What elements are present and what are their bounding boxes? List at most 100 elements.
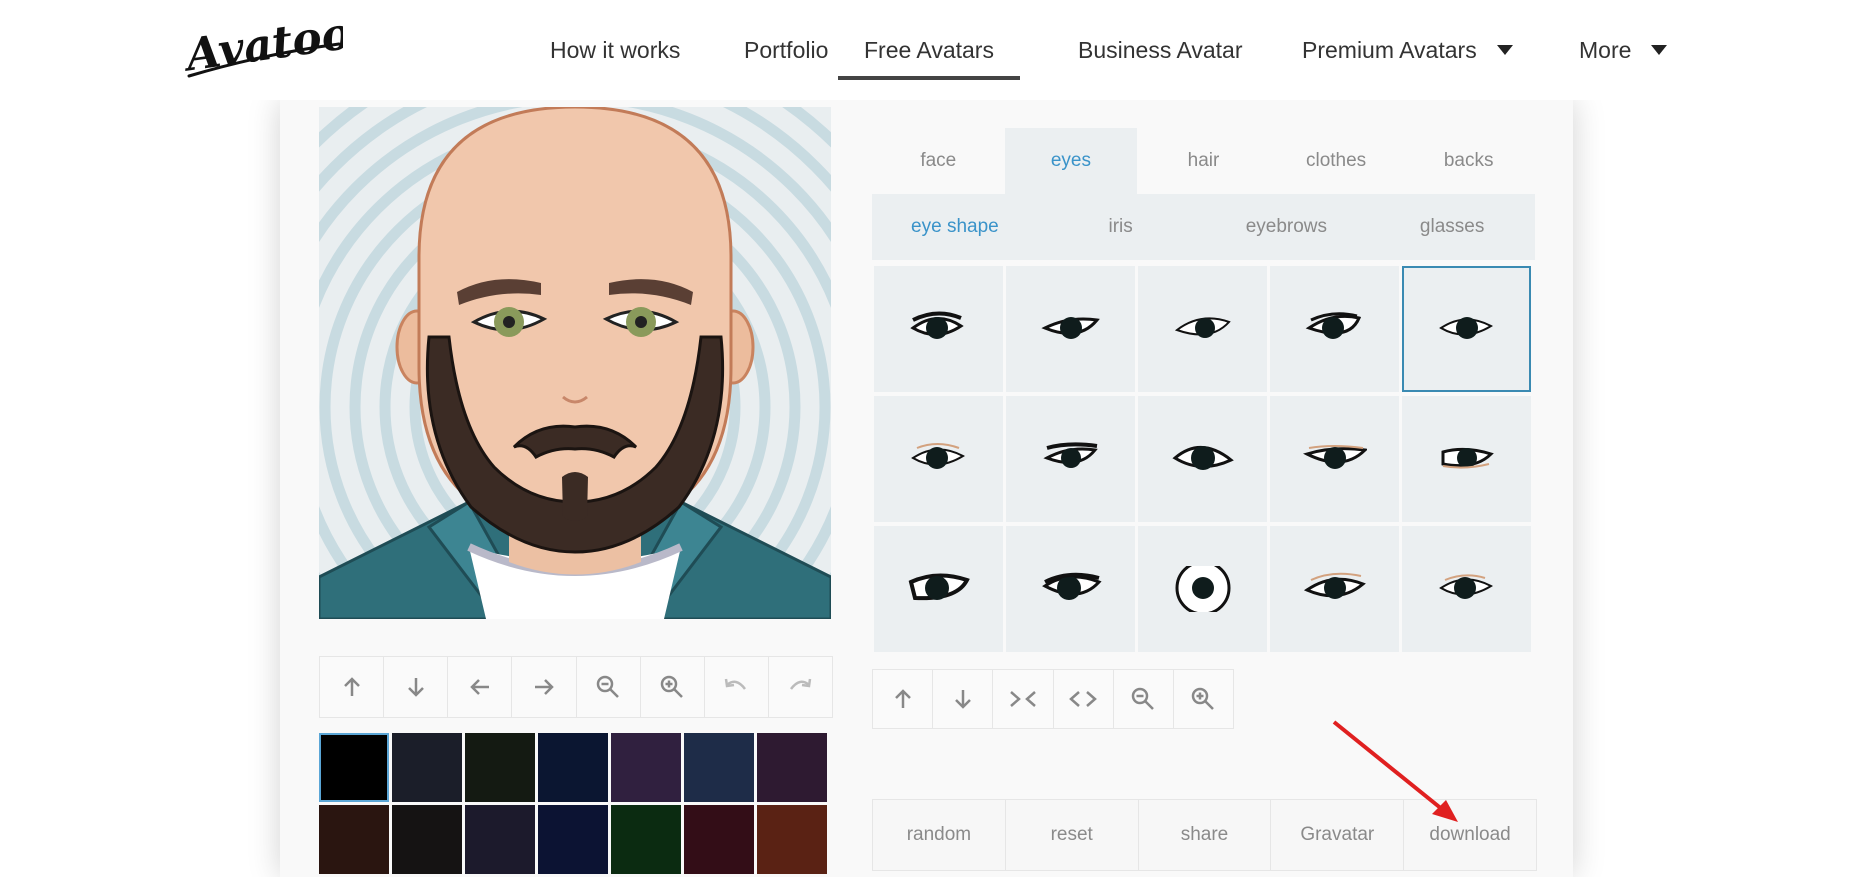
part-move-down-button[interactable]: [933, 670, 994, 728]
color-swatch[interactable]: [319, 733, 389, 802]
subtab-eye-shape[interactable]: eye shape: [872, 194, 1038, 260]
eye-shape-icon: [1041, 572, 1102, 600]
color-swatch[interactable]: [538, 733, 608, 802]
eye-shape-option[interactable]: [1138, 396, 1267, 522]
nav-premium-avatars[interactable]: Premium Avatars: [1302, 0, 1513, 100]
random-button[interactable]: random: [873, 800, 1006, 870]
avatar-transform-controls: [319, 656, 833, 718]
color-swatch[interactable]: [757, 805, 827, 874]
eye-shape-option[interactable]: [874, 396, 1003, 522]
part-narrow-button[interactable]: [993, 670, 1054, 728]
color-swatch[interactable]: [757, 733, 827, 802]
color-swatch[interactable]: [319, 805, 389, 874]
eye-shape-icon: [908, 573, 970, 601]
nav-more[interactable]: More: [1579, 0, 1668, 100]
eye-shape-option[interactable]: [1006, 266, 1135, 392]
arrow-up-icon: [894, 689, 911, 708]
zoom-out-icon: [1132, 687, 1155, 710]
move-left-button[interactable]: [448, 657, 513, 717]
color-swatch[interactable]: [684, 805, 754, 874]
arrow-left-icon: [470, 679, 489, 695]
redo-icon: [790, 678, 812, 690]
eye-shape-icon: [1042, 442, 1098, 468]
tab-backs[interactable]: backs: [1402, 128, 1535, 194]
redo-button[interactable]: [769, 657, 832, 717]
site-header: Avatoon How it works Portfolio Free Avat…: [0, 0, 1849, 100]
caret-down-icon: [1651, 45, 1668, 55]
zoom-out-button[interactable]: [577, 657, 641, 717]
part-zoom-out-button[interactable]: [1114, 670, 1174, 728]
nav-business-avatar[interactable]: Business Avatar: [1078, 0, 1243, 100]
share-button[interactable]: share: [1139, 800, 1272, 870]
eye-shape-icon: [1171, 446, 1234, 470]
color-swatch[interactable]: [611, 805, 681, 874]
tab-hair[interactable]: hair: [1137, 128, 1270, 194]
subtab-glasses[interactable]: glasses: [1369, 194, 1535, 260]
avatoon-logo[interactable]: Avatoon: [183, 14, 343, 84]
eye-shape-option[interactable]: [1006, 396, 1135, 522]
avatar-image: [319, 107, 831, 619]
reset-button[interactable]: reset: [1006, 800, 1139, 870]
eye-shape-icon: [1040, 317, 1100, 339]
subcategory-tabs: eye shape iris eyebrows glasses: [872, 194, 1535, 260]
undo-button[interactable]: [705, 657, 769, 717]
color-swatch[interactable]: [392, 805, 462, 874]
nav-label: Business Avatar: [1078, 36, 1243, 63]
part-zoom-in-button[interactable]: [1174, 670, 1233, 728]
color-swatch[interactable]: [538, 805, 608, 874]
eye-shape-option[interactable]: [1270, 526, 1399, 652]
eye-shape-option[interactable]: [1402, 266, 1531, 392]
color-swatch[interactable]: [465, 733, 535, 802]
zoom-in-icon: [1192, 687, 1215, 710]
eye-shape-option[interactable]: [874, 266, 1003, 392]
nav-label: More: [1579, 36, 1632, 63]
nav-label: Premium Avatars: [1302, 36, 1477, 63]
color-swatch[interactable]: [465, 805, 535, 874]
nav-free-avatars[interactable]: Free Avatars: [838, 0, 1020, 100]
eye-shape-option[interactable]: [1006, 526, 1135, 652]
eye-shape-icon: [1175, 566, 1230, 612]
undo-icon: [725, 678, 747, 690]
color-palette: [319, 733, 831, 874]
eye-shape-icon: [1305, 312, 1361, 339]
avatar-preview: [319, 107, 831, 619]
eye-shape-grid: [874, 266, 1536, 653]
arrow-down-icon: [407, 678, 424, 697]
part-widen-button[interactable]: [1054, 670, 1114, 728]
tab-clothes[interactable]: clothes: [1270, 128, 1403, 194]
eye-shape-option[interactable]: [1138, 266, 1267, 392]
narrow-icon: [1010, 691, 1036, 707]
tab-eyes[interactable]: eyes: [1004, 128, 1138, 194]
move-up-button[interactable]: [320, 657, 385, 717]
zoom-in-button[interactable]: [641, 657, 705, 717]
eye-shape-option[interactable]: [1402, 526, 1531, 652]
color-swatch[interactable]: [392, 733, 462, 802]
eye-shape-option[interactable]: [874, 526, 1003, 652]
subtab-eyebrows[interactable]: eyebrows: [1204, 194, 1370, 260]
eye-shape-icon: [1303, 572, 1366, 599]
nav-label: Portfolio: [744, 36, 829, 63]
move-right-button[interactable]: [512, 657, 577, 717]
eye-shape-option[interactable]: [1270, 266, 1399, 392]
subtab-iris[interactable]: iris: [1038, 194, 1204, 260]
nav-portfolio[interactable]: Portfolio: [744, 0, 828, 100]
zoom-out-icon: [596, 675, 619, 698]
eye-shape-option[interactable]: [1138, 526, 1267, 652]
part-move-up-button[interactable]: [873, 670, 934, 728]
nav-label: Free Avatars: [864, 36, 994, 63]
annotation-arrow: [1332, 720, 1458, 822]
color-swatch[interactable]: [684, 733, 754, 802]
nav-label: How it works: [550, 36, 681, 63]
tab-face[interactable]: face: [872, 128, 1005, 194]
eye-shape-icon: [1441, 447, 1494, 469]
arrow-right-icon: [534, 679, 554, 695]
eye-shape-icon: [909, 311, 964, 339]
color-swatch[interactable]: [611, 733, 681, 802]
eye-shape-option[interactable]: [1402, 396, 1531, 522]
eye-shape-icon: [1302, 445, 1367, 469]
move-down-button[interactable]: [384, 657, 449, 717]
eye-shape-icon: [1438, 574, 1493, 599]
zoom-in-icon: [660, 675, 684, 698]
nav-how-it-works[interactable]: How it works: [550, 0, 680, 100]
eye-shape-option[interactable]: [1270, 396, 1399, 522]
